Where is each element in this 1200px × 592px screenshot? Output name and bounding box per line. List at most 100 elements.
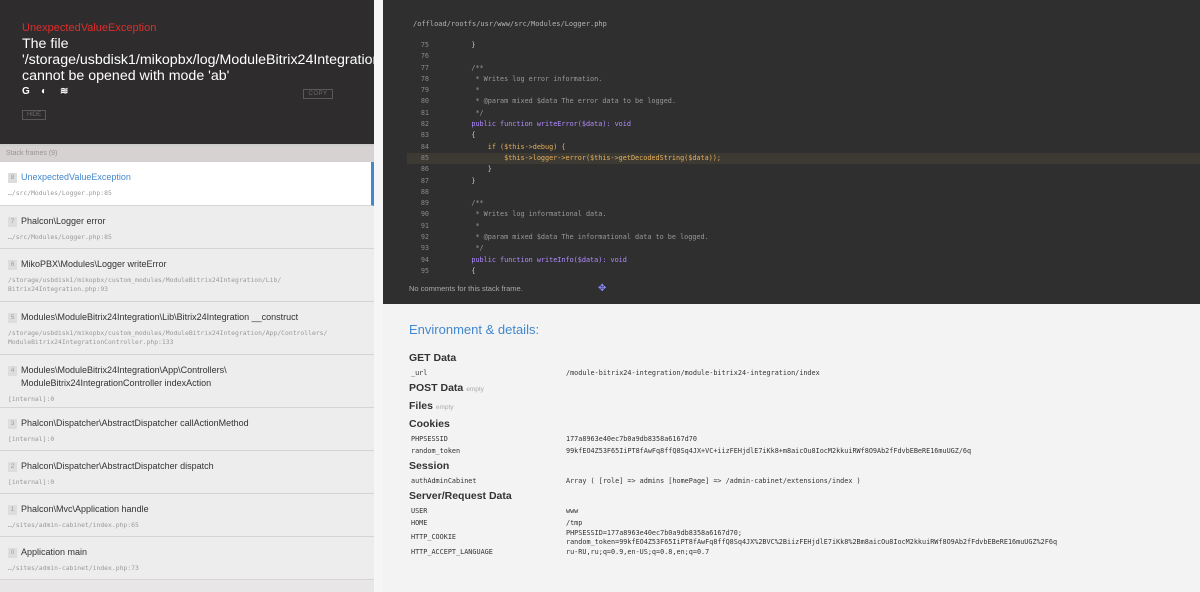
hide-button[interactable]: HIDE [22, 110, 46, 120]
stack-frame[interactable]: 1 Phalcon\Mvc\Application handle …/sites/a… [0, 494, 374, 537]
line-number: 88 [420, 187, 429, 196]
frame-title: Phalcon\Dispatcher\AbstractDispatcher ca… [21, 418, 249, 428]
session-title: Session [409, 460, 450, 472]
code-line: 85 $this->logger->error($this->getDecode… [407, 152, 1200, 165]
frame-path: …/sites/admin-cabinet/index.php:65 [8, 521, 139, 529]
code-text: } [455, 165, 492, 174]
cookies-table: PHPSESSID 177a8963e40ec7b0a9db8358a6167d7… [409, 433, 1189, 457]
code-text: public function writeError($data): void [455, 120, 631, 129]
frame-number: 4 [8, 366, 17, 376]
line-number: 95 [420, 266, 429, 274]
move-cursor-icon: ✥ [598, 283, 607, 294]
scrollbar-gutter[interactable] [374, 0, 383, 592]
detail-key: HOME [411, 518, 428, 527]
line-number: 94 [420, 255, 429, 264]
stack-frame[interactable]: 4 Modules\ModuleBitrix24Integration\App\C… [0, 355, 374, 408]
code-panel: /offload/rootfs/usr/www/src/Modules/Logg… [383, 0, 1200, 304]
copy-button[interactable]: COPY [303, 89, 333, 99]
code-line: 75 } [407, 40, 1200, 51]
line-number: 76 [420, 52, 429, 61]
code-line: 90 * Writes log informational data. [407, 209, 1200, 220]
stack-frames-title: Stack frames (9) [0, 144, 374, 162]
code-line: 79 * [407, 85, 1200, 96]
frame-path: …/sites/admin-cabinet/index.php:73 [8, 564, 139, 572]
detail-row: USER www [409, 505, 1189, 517]
stack-frame[interactable]: 3 Phalcon\Dispatcher\AbstractDispatcher c… [0, 408, 374, 451]
detail-key: USER [411, 506, 428, 515]
frame-number: 6 [8, 260, 17, 270]
frame-title: MikoPBX\Modules\Logger writeError [21, 259, 167, 269]
code-line: 84 if ($this->debug) { [407, 142, 1200, 153]
line-number: 78 [420, 74, 429, 83]
code-text: * @param mixed $data The error data to b… [455, 97, 676, 106]
detail-row: HOME/tmp [409, 517, 1189, 529]
frame-comments: No comments for this stack frame. [409, 284, 523, 293]
get-data-title: GET Data [409, 352, 457, 364]
empty-label: empty [466, 386, 484, 393]
frame-number: 5 [8, 313, 17, 323]
server-data-title: Server/Request Data [409, 490, 512, 502]
code-line: 91 * [407, 221, 1200, 232]
code-text: public function writeInfo($data): void [455, 255, 627, 264]
detail-value: www [566, 506, 579, 515]
stack-frame[interactable]: 2 Phalcon\Dispatcher\AbstractDispatcher d… [0, 451, 374, 494]
cookies-title: Cookies [409, 418, 450, 430]
code-text: { [455, 131, 476, 140]
exception-class: UnexpectedValueException [22, 22, 157, 34]
detail-value: /module-bitrix24-integration/module-bitr… [566, 368, 820, 377]
code-text: */ [455, 108, 484, 117]
frame-title: Phalcon\Mvc\Application handle [21, 504, 149, 514]
detail-key: PHPSESSID [411, 434, 448, 443]
stack-frame[interactable]: 6 MikoPBX\Modules\Logger writeError/stora… [0, 249, 374, 302]
detail-value: /tmp [566, 518, 583, 527]
line-number: 86 [420, 165, 429, 174]
frame-path: [internal]:0 [8, 395, 55, 403]
detail-row: HTTP_COOKIE PHPSESSID=177a8963e40ec7b0a9d… [409, 529, 1189, 546]
empty-label: empty [435, 404, 454, 411]
duckduckgo-icon[interactable]: ◐ [41, 87, 51, 97]
line-number: 92 [420, 233, 429, 242]
stack-frame[interactable]: 7 Phalcon\Logger error …/src/Modules/Logge… [0, 206, 374, 249]
frame-title: Phalcon\Logger error [21, 216, 106, 226]
line-number: 91 [420, 221, 429, 230]
line-number: 75 [420, 41, 429, 49]
frame-title: Modules\ModuleBitrix24Integration\Lib\Bi… [21, 312, 299, 322]
detail-key: random_token [411, 446, 461, 455]
stackoverflow-icon[interactable]: ≋ [60, 87, 70, 97]
code-text: } [455, 41, 476, 49]
frame-path: /storage/usbdisk1/mikopbx/custom_modules… [8, 276, 282, 293]
code-line: 89 /** [407, 198, 1200, 209]
frame-number: 1 [8, 505, 17, 515]
stack-frame[interactable]: 5 Modules\ModuleBitrix24Integration\Lib\B… [0, 302, 374, 355]
line-number: 85 [420, 153, 429, 162]
stack-frame[interactable]: 8 UnexpectedValueException …/src/Modules/L… [0, 162, 374, 206]
line-number: 81 [420, 108, 429, 117]
frame-path: …/src/Modules/Logger.php:85 [8, 189, 112, 197]
detail-row: random_token 99kfEO4Z53F65IiPT8fAwFq8ffQ8… [409, 445, 1189, 457]
google-icon[interactable]: G [22, 87, 32, 97]
frame-title: Application main [21, 547, 88, 557]
stack-frame[interactable]: 0 Application main …/sites/admin-cabinet/i… [0, 537, 374, 580]
line-number: 89 [420, 199, 429, 208]
frame-number: 2 [8, 462, 17, 472]
detail-row: _url/module-bitrix24-integration/module-… [409, 367, 1189, 379]
code-text: * [455, 221, 480, 230]
detail-value: 99kfEO4Z53F65IiPT8fAwFq8ffQ8Sq4JX+VC+iiz… [566, 446, 972, 455]
line-number: 90 [420, 210, 429, 219]
detail-row: PHPSESSID 177a8963e40ec7b0a9db8358a6167d7… [409, 433, 1189, 445]
code-text: */ [455, 244, 484, 253]
line-number: 83 [420, 131, 429, 140]
detail-value: 177a8963e40ec7b0a9db8358a6167d70 [566, 434, 697, 443]
detail-value: Array ( [role] => admins [homePage] => /… [566, 476, 861, 485]
code-text: * @param mixed $data The informational d… [455, 233, 709, 242]
stack-frames-list: 8 UnexpectedValueException …/src/Modules/L… [0, 162, 374, 580]
code-line: 81 */ [407, 108, 1200, 119]
frame-number: 8 [8, 173, 17, 183]
details-panel: /offload/rootfs/usr/www/src/Modules/Logg… [383, 0, 1200, 592]
code-line: 78 * Writes log error information. [407, 74, 1200, 85]
left-panel: UnexpectedValueException The file '/stor… [0, 0, 374, 592]
code-line: 94 public function writeInfo($data): voi… [407, 255, 1200, 266]
line-number: 82 [420, 120, 429, 129]
code-text: * Writes log informational data. [455, 210, 607, 219]
frame-title: Modules\ModuleBitrix24Integration\App\Co… [21, 365, 227, 388]
